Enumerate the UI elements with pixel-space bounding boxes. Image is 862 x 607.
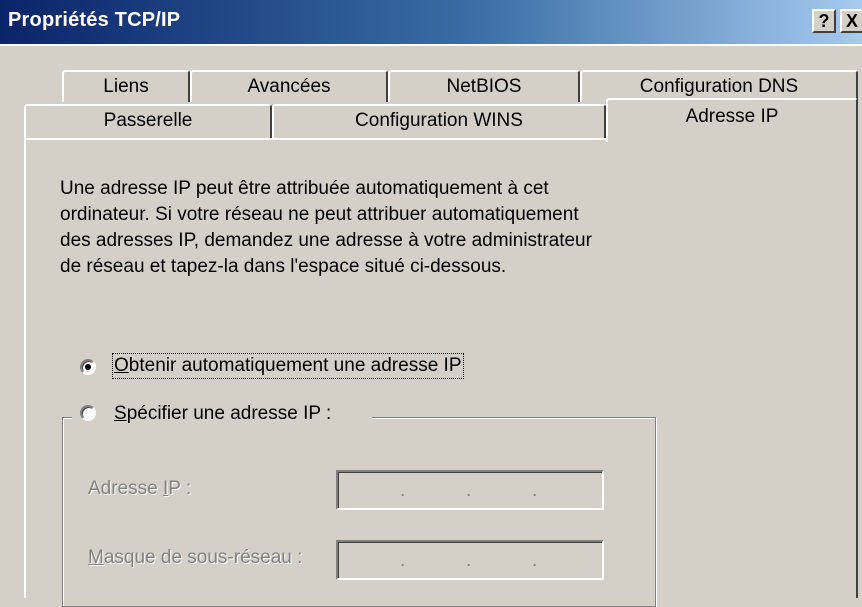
radio-auto-ip[interactable] [80, 359, 96, 375]
label-text: Adresse [88, 478, 163, 499]
title-bar: Propriétés TCP/IP ? X [0, 0, 862, 44]
description-line: de réseau et tapez-la dans l'espace situ… [60, 256, 507, 277]
tab-netbios[interactable]: NetBIOS [388, 70, 580, 102]
label-text: pécifier une adresse IP : [126, 403, 332, 424]
description-line: ordinateur. Si votre réseau ne peut attr… [60, 204, 579, 225]
description-line: des adresses IP, demandez une adresse à … [60, 230, 592, 251]
radio-selected-dot [85, 364, 91, 370]
octet-separator: . [532, 480, 538, 501]
description-line: Une adresse IP peut être attribuée autom… [60, 178, 549, 199]
octet-separator: . [466, 480, 472, 501]
radio-auto-ip-label[interactable]: Obtenir automatiquement une adresse IP [112, 353, 464, 379]
label-text: asque de sous-réseau : [103, 547, 303, 568]
octet-separator: . [400, 480, 406, 501]
mnemonic: O [114, 355, 129, 376]
tab-avancees[interactable]: Avancées [190, 70, 388, 102]
mnemonic: M [88, 547, 104, 568]
tab-adresse-ip[interactable]: Adresse IP [606, 98, 858, 142]
ip-address-input[interactable]: . . . [336, 470, 604, 510]
label-text: btenir automatiquement une adresse IP [128, 355, 462, 376]
description-text: Une adresse IP peut être attribuée autom… [60, 176, 660, 280]
mnemonic: S [114, 403, 127, 424]
tab-passerelle[interactable]: Passerelle [24, 104, 272, 138]
octet-separator: . [532, 550, 538, 571]
radio-manual-ip-label[interactable]: Spécifier une adresse IP : [114, 403, 331, 425]
subnet-mask-input[interactable]: . . . [336, 540, 604, 580]
subnet-mask-label: Masque de sous-réseau : [88, 547, 302, 569]
octet-separator: . [466, 550, 472, 571]
window-title: Propriétés TCP/IP [8, 9, 181, 31]
octet-separator: . [400, 550, 406, 571]
label-text: P : [168, 478, 192, 499]
tab-configuration-wins[interactable]: Configuration WINS [272, 104, 606, 138]
ip-address-label: Adresse IP : [88, 478, 191, 500]
help-button[interactable]: ? [812, 9, 836, 33]
tab-liens[interactable]: Liens [62, 70, 190, 102]
radio-manual-ip[interactable] [80, 405, 96, 421]
frame-edge [0, 44, 862, 46]
close-button[interactable]: X [840, 9, 862, 33]
